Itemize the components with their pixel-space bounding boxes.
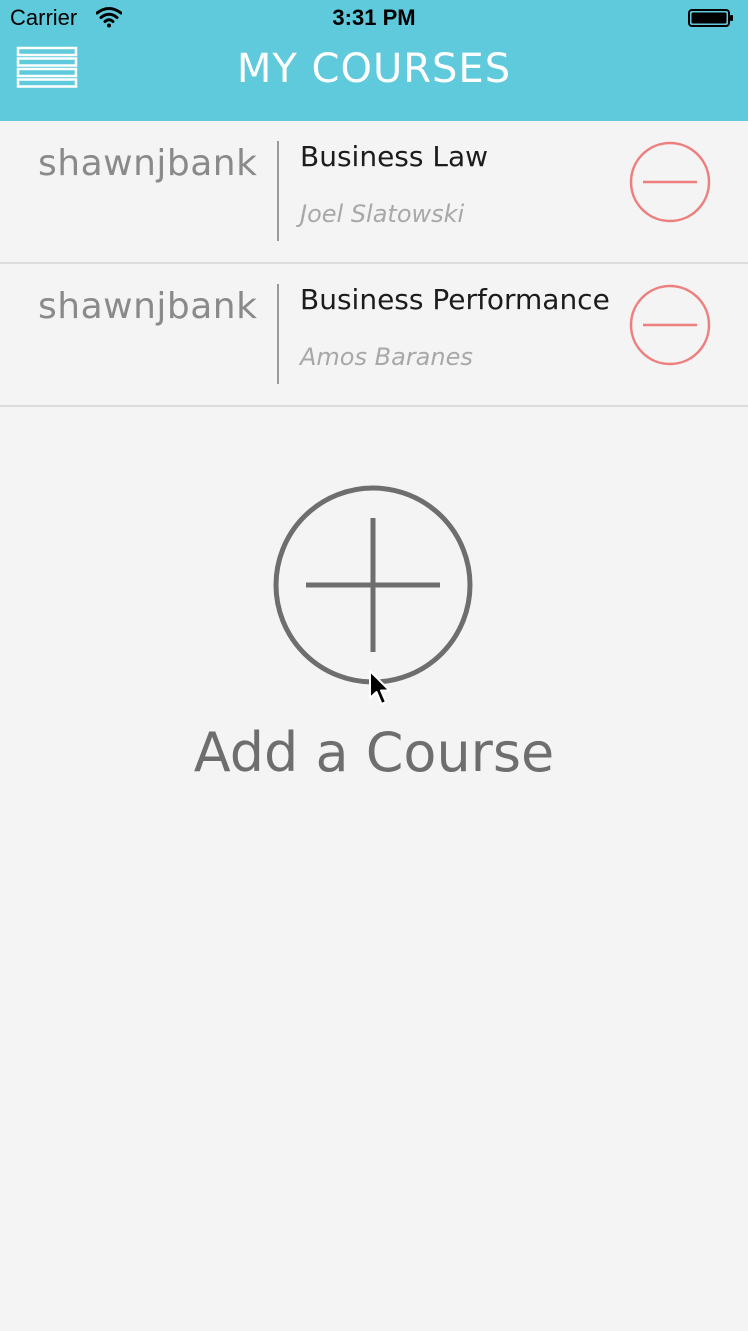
row-divider bbox=[277, 284, 279, 384]
status-time: 3:31 PM bbox=[332, 5, 416, 30]
course-row[interactable]: shawnjbank Business Performance Amos Bar… bbox=[0, 264, 748, 407]
course-title: Business Law bbox=[300, 140, 489, 173]
minus-circle-icon[interactable] bbox=[629, 284, 711, 366]
header: Carrier 3:31 PM MY COURSES bbox=[0, 0, 748, 121]
add-course-label[interactable]: Add a Course bbox=[0, 720, 748, 786]
course-instructor: Amos Baranes bbox=[300, 343, 473, 371]
course-instructor: Joel Slatowski bbox=[300, 200, 465, 228]
plus-circle-icon[interactable] bbox=[272, 484, 474, 686]
add-course-section: Add a Course bbox=[0, 484, 748, 804]
app-screen: Carrier 3:31 PM MY COURSES shawnjbank Bu… bbox=[0, 0, 748, 1331]
minus-circle-icon[interactable] bbox=[629, 141, 711, 223]
status-bar: Carrier 3:31 PM bbox=[0, 0, 748, 36]
battery-icon bbox=[688, 9, 733, 27]
course-username: shawnjbank bbox=[38, 286, 258, 327]
course-row[interactable]: shawnjbank Business Law Joel Slatowski bbox=[0, 121, 748, 264]
course-list: shawnjbank Business Law Joel Slatowski s… bbox=[0, 121, 748, 407]
row-divider bbox=[277, 141, 279, 241]
course-title: Business Performance bbox=[300, 283, 610, 316]
page-title: MY COURSES bbox=[236, 46, 512, 92]
course-username: shawnjbank bbox=[38, 143, 258, 184]
